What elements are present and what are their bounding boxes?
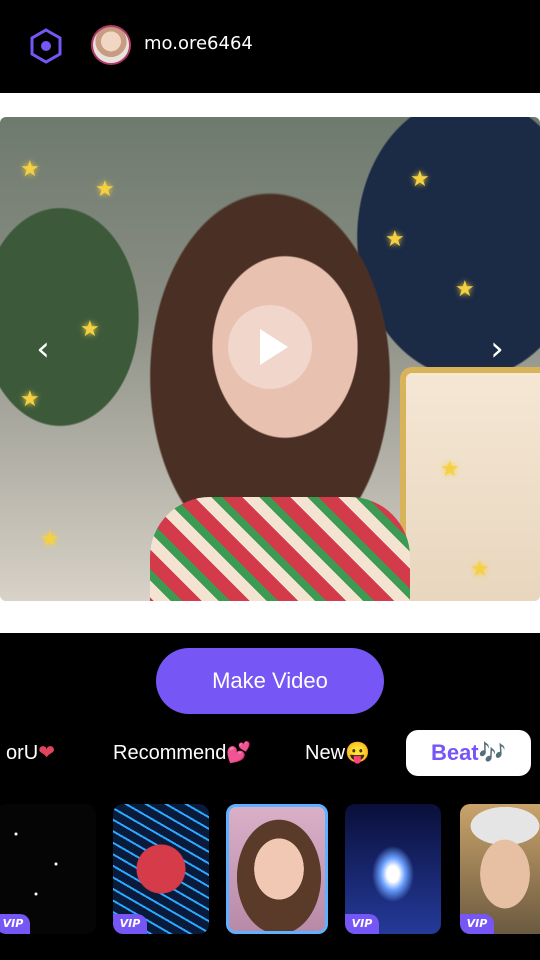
tab-for-you[interactable]: orU❤	[6, 728, 55, 778]
template-thumbnail[interactable]: VIP	[345, 804, 441, 934]
tab-label: Beat	[430, 740, 479, 765]
star-icon: ★	[385, 227, 405, 252]
template-thumbnail-selected[interactable]	[226, 804, 328, 934]
vip-badge: VIP	[345, 914, 379, 934]
star-icon: ★	[440, 457, 460, 482]
star-icon: ★	[410, 167, 430, 192]
template-list: VIP VIP VIP VIP	[0, 804, 540, 934]
top-bar: mo.ore6464	[0, 0, 540, 92]
heart-icon: ❤	[38, 742, 55, 764]
username[interactable]: mo.ore6464	[144, 33, 253, 54]
tab-label: Recommend	[113, 742, 227, 764]
star-icon: ★	[20, 157, 40, 182]
star-icon: ★	[470, 557, 490, 582]
tab-label: New	[305, 742, 346, 764]
star-icon: ★	[40, 527, 60, 552]
vip-badge: VIP	[460, 914, 494, 934]
tab-beat[interactable]: Beat🎶	[406, 730, 531, 776]
hexagon-icon[interactable]	[27, 27, 65, 65]
tongue-face-icon: 😛	[345, 742, 370, 764]
category-tabs: orU❤ Recommend💕 New😛 Beat🎶	[0, 728, 540, 780]
template-thumbnail[interactable]: VIP	[0, 804, 96, 934]
star-icon: ★	[95, 177, 115, 202]
template-thumbnail[interactable]: VIP	[460, 804, 540, 934]
chevron-right-icon[interactable]: ›	[482, 327, 512, 371]
two-hearts-icon: 💕	[226, 742, 252, 764]
tab-label: orU	[6, 742, 39, 764]
star-icon: ★	[80, 317, 100, 342]
make-video-button[interactable]: Make Video	[156, 648, 384, 714]
avatar[interactable]	[91, 25, 131, 65]
vip-badge: VIP	[113, 914, 147, 934]
vip-badge: VIP	[0, 914, 30, 934]
dress-image	[150, 497, 410, 601]
template-thumbnail[interactable]: VIP	[113, 804, 209, 934]
preview-video[interactable]: ★ ★ ★ ★ ★ ★ ★ ★ ★ ★ ‹ ›	[0, 117, 540, 601]
play-icon[interactable]	[228, 305, 312, 389]
preview-frame: ★ ★ ★ ★ ★ ★ ★ ★ ★ ★ ‹ ›	[0, 93, 540, 633]
music-notes-icon: 🎶	[478, 740, 507, 765]
star-icon: ★	[455, 277, 475, 302]
chevron-left-icon[interactable]: ‹	[28, 327, 58, 371]
star-icon: ★	[20, 387, 40, 412]
tab-recommend[interactable]: Recommend💕	[113, 728, 251, 778]
tab-new[interactable]: New😛	[305, 728, 370, 778]
